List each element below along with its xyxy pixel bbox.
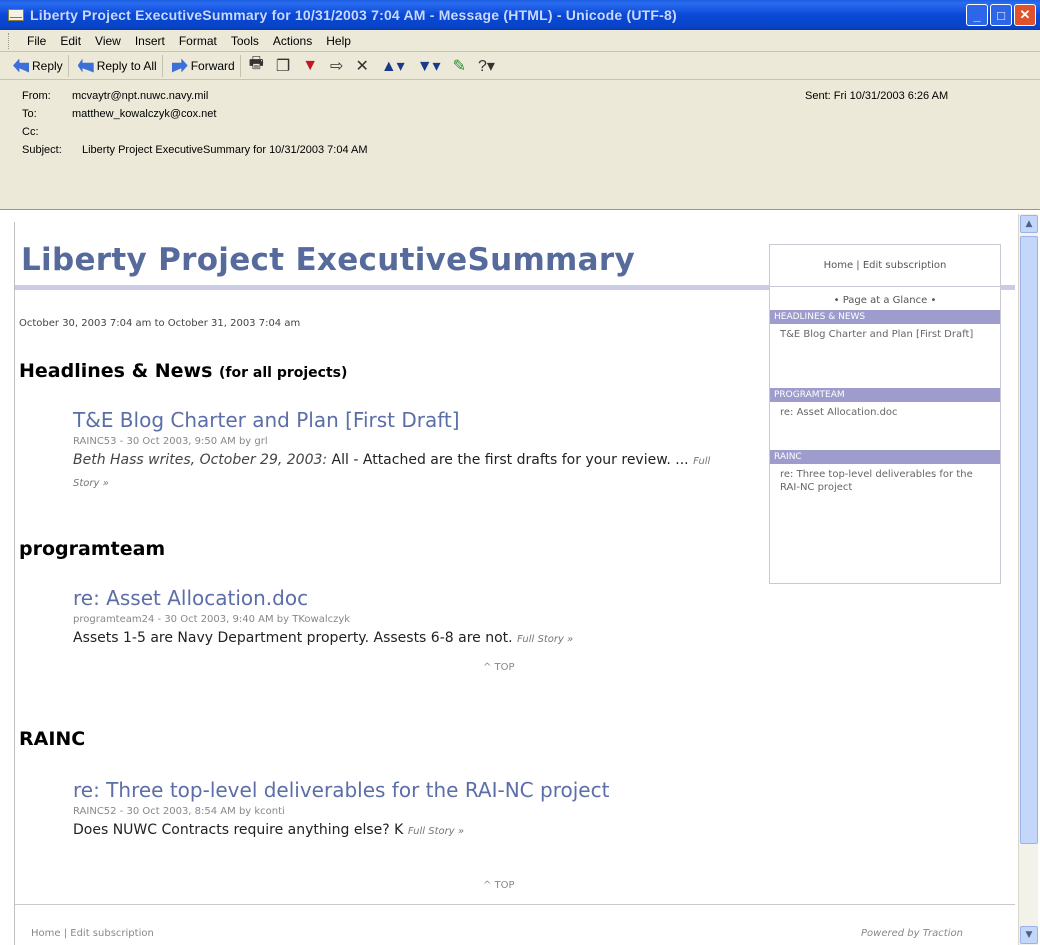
reply-button[interactable]: Reply (8, 54, 69, 77)
help-icon[interactable]: ?▾ (474, 56, 499, 76)
menu-bar: File Edit View Insert Format Tools Actio… (0, 30, 1040, 52)
full-story-link[interactable]: Full Story » (517, 634, 573, 645)
scroll-thumb[interactable] (1020, 236, 1038, 844)
standard-toolbar: Reply Reply to All Forward 🖶 ❐ ▼ ⇨ ✕ ▲▾ … (0, 52, 1040, 80)
news-item-title[interactable]: re: Three top-level deliverables for the… (73, 778, 733, 802)
print-icon[interactable]: 🖶 (245, 52, 268, 79)
sidebar-category-rainc: RAINC (770, 450, 1000, 464)
move-to-folder-icon[interactable]: ⇨ (326, 56, 347, 76)
reply-all-icon (77, 58, 94, 73)
back-to-top-link[interactable]: ^ TOP (483, 662, 515, 673)
section-heading-headlines: Headlines & News (for all projects) (19, 360, 347, 382)
from-row: From: mcvaytr@npt.nuwc.navy.mil (22, 90, 208, 102)
sidebar-item[interactable]: re: Asset Allocation.doc (770, 402, 1000, 446)
menu-file[interactable]: File (27, 34, 46, 48)
section-heading-programteam: programteam (19, 538, 166, 560)
sidebar-item[interactable]: re: Three top-level deliverables for the… (770, 464, 1000, 498)
reply-label: Reply (32, 58, 63, 73)
subject-value: Liberty Project ExecutiveSummary for 10/… (82, 144, 368, 156)
sent-row: Sent: Fri 10/31/2003 6:26 AM (805, 90, 948, 102)
window-controls: _ □ ✕ (966, 4, 1036, 26)
section-heading-suffix: (for all projects) (219, 365, 348, 381)
full-story-link[interactable]: Full Story » (408, 826, 464, 837)
toolbar-grip[interactable] (8, 32, 11, 49)
vertical-scrollbar[interactable]: ▲ ▼ (1018, 214, 1038, 945)
address-book-icon[interactable]: ✎ (449, 56, 470, 76)
reply-all-label: Reply to All (96, 58, 157, 73)
footer-links[interactable]: Home | Edit subscription (31, 928, 154, 939)
cc-label: Cc: (22, 126, 39, 138)
news-item-body: Beth Hass writes, October 29, 2003: All … (73, 450, 733, 494)
section-heading-rainc: RAINC (19, 728, 86, 750)
page-at-a-glance: • Page at a Glance • (833, 295, 937, 306)
message-header: From: mcvaytr@npt.nuwc.navy.mil To: matt… (0, 80, 1040, 210)
news-item-text: Does NUWC Contracts require anything els… (73, 822, 408, 838)
maximize-button[interactable]: □ (990, 4, 1012, 26)
back-to-top-link[interactable]: ^ TOP (483, 880, 515, 891)
reply-icon (13, 58, 29, 73)
forward-label: Forward (190, 58, 235, 73)
delete-icon[interactable]: ✕ (351, 56, 372, 76)
sidebar-panel: Home | Edit subscription • Page at a Gla… (769, 244, 1001, 584)
forward-icon (171, 58, 188, 73)
next-item-icon[interactable]: ▼▾ (413, 56, 445, 76)
window-title: Liberty Project ExecutiveSummary for 10/… (30, 7, 677, 23)
menu-view[interactable]: View (95, 34, 121, 48)
sidebar-item[interactable]: T&E Blog Charter and Plan [First Draft] (770, 324, 1000, 384)
date-range: October 30, 2003 7:04 am to October 31, … (19, 318, 301, 329)
menu-help[interactable]: Help (326, 34, 351, 48)
cc-row: Cc: (22, 126, 72, 138)
envelope-icon (8, 9, 24, 21)
news-item-body: Does NUWC Contracts require anything els… (73, 820, 733, 842)
forward-button[interactable]: Forward (167, 54, 241, 77)
news-item-text: Assets 1-5 are Navy Department property.… (73, 630, 518, 646)
powered-by: Powered by Traction (861, 928, 963, 939)
news-item-meta: RAINC53 - 30 Oct 2003, 9:50 AM by grl (73, 436, 268, 447)
menu-format[interactable]: Format (179, 34, 217, 48)
section-heading-text: Headlines & News (19, 360, 213, 382)
window-title-bar: Liberty Project ExecutiveSummary for 10/… (0, 0, 1040, 30)
news-item-body: Assets 1-5 are Navy Department property.… (73, 628, 733, 650)
sent-value: Fri 10/31/2003 6:26 AM (833, 90, 949, 102)
subject-row: Subject: Liberty Project ExecutiveSummar… (22, 144, 368, 156)
news-item-meta: RAINC52 - 30 Oct 2003, 8:54 AM by kconti (73, 806, 285, 817)
scroll-down-icon[interactable]: ▼ (1020, 926, 1038, 944)
copy-icon[interactable]: ❐ (272, 56, 294, 76)
page-title: Liberty Project ExecutiveSummary (21, 242, 635, 278)
menu-actions[interactable]: Actions (273, 34, 312, 48)
to-label: To: (22, 108, 37, 120)
subject-label: Subject: (22, 144, 62, 156)
sidebar-category-programteam: PROGRAMTEAM (770, 388, 1000, 402)
from-value[interactable]: mcvaytr@npt.nuwc.navy.mil (72, 90, 208, 102)
menu-edit[interactable]: Edit (60, 34, 81, 48)
menu-insert[interactable]: Insert (135, 34, 165, 48)
footer-divider (15, 904, 1015, 905)
from-label: From: (22, 90, 51, 102)
sidebar-home-links[interactable]: Home | Edit subscription (770, 245, 1000, 287)
minimize-button[interactable]: _ (966, 4, 988, 26)
news-item-text: All - Attached are the first drafts for … (327, 452, 694, 468)
to-value[interactable]: matthew_kowalczyk@cox.net (72, 108, 216, 120)
news-item: T&E Blog Charter and Plan [First Draft] … (73, 408, 733, 494)
close-button[interactable]: ✕ (1014, 4, 1036, 26)
news-item-meta: programteam24 - 30 Oct 2003, 9:40 AM by … (73, 614, 351, 625)
to-row: To: matthew_kowalczyk@cox.net (22, 108, 216, 120)
sidebar-category-headlines: HEADLINES & NEWS (770, 310, 1000, 324)
reply-all-button[interactable]: Reply to All (73, 54, 163, 77)
scroll-up-icon[interactable]: ▲ (1020, 215, 1038, 233)
news-item-title[interactable]: re: Asset Allocation.doc (73, 586, 733, 610)
previous-item-icon[interactable]: ▲▾ (377, 56, 409, 76)
news-item-byline: Beth Hass writes, October 29, 2003: (73, 452, 328, 468)
menu-tools[interactable]: Tools (231, 34, 259, 48)
message-body: Liberty Project ExecutiveSummary October… (14, 222, 1015, 945)
news-item-title[interactable]: T&E Blog Charter and Plan [First Draft] (73, 408, 733, 432)
flag-icon[interactable]: ▼ (298, 57, 322, 75)
news-item: re: Asset Allocation.doc programteam24 -… (73, 586, 733, 650)
sent-label: Sent: (805, 90, 831, 102)
news-item: re: Three top-level deliverables for the… (73, 778, 733, 842)
